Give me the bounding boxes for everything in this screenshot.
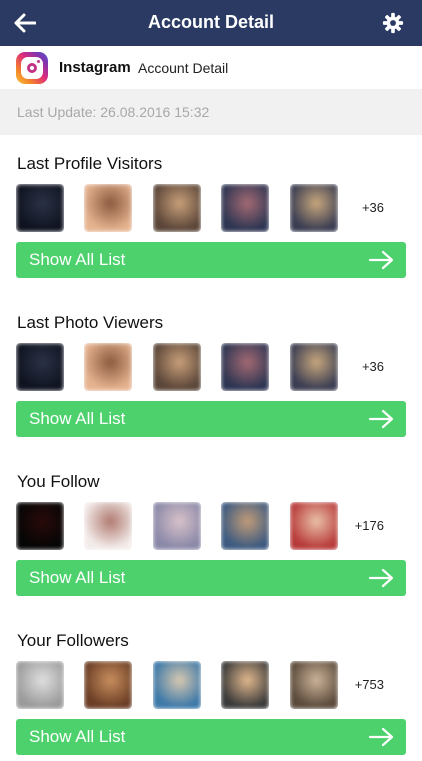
- page-title: Account Detail: [147, 12, 275, 32]
- instagram-logo-icon: [16, 52, 48, 84]
- user-avatar-thumbnail[interactable]: [221, 502, 269, 550]
- user-avatar-thumbnail[interactable]: [84, 184, 132, 232]
- user-avatar-thumbnail[interactable]: [16, 502, 64, 550]
- thumbnail-row: +753: [16, 661, 396, 709]
- user-avatar-thumbnail[interactable]: [290, 184, 338, 232]
- gear-icon[interactable]: [382, 12, 404, 34]
- more-count: +36: [361, 200, 384, 215]
- account-name: Instagram: [59, 59, 131, 76]
- show-all-list-label: Show All List: [29, 727, 126, 746]
- arrow-right-icon: [368, 250, 394, 270]
- show-all-list-label: Show All List: [29, 409, 126, 428]
- show-all-list-button[interactable]: Show All List: [16, 401, 406, 437]
- thumbnail-row: +176: [16, 502, 396, 550]
- user-avatar-thumbnail[interactable]: [290, 343, 338, 391]
- user-avatar-thumbnail[interactable]: [221, 661, 269, 709]
- show-all-list-button[interactable]: Show All List: [16, 242, 406, 278]
- section-title: Last Profile Visitors: [17, 154, 163, 173]
- section-title: Last Photo Viewers: [17, 313, 164, 332]
- user-avatar-thumbnail[interactable]: [221, 184, 269, 232]
- section-title: You Follow: [17, 472, 100, 491]
- user-avatar-thumbnail[interactable]: [16, 184, 64, 232]
- user-avatar-thumbnail[interactable]: [290, 661, 338, 709]
- arrow-right-icon: [368, 568, 394, 588]
- user-avatar-thumbnail[interactable]: [84, 502, 132, 550]
- user-avatar-thumbnail[interactable]: [153, 661, 201, 709]
- more-count: +176: [354, 518, 384, 533]
- section-your-followers: Your Followers +753 Show All List: [0, 631, 422, 761]
- user-avatar-thumbnail[interactable]: [153, 343, 201, 391]
- last-update-bar: Last Update: 26.08.2016 15:32: [0, 89, 422, 135]
- section-last-photo-viewers: Last Photo Viewers +36 Show All List: [0, 313, 422, 443]
- top-navigation-bar: Account Detail: [0, 0, 422, 46]
- user-avatar-thumbnail[interactable]: [16, 343, 64, 391]
- account-subtitle: Account Detail: [138, 60, 229, 76]
- thumbnail-row: +36: [16, 343, 396, 391]
- show-all-list-button[interactable]: Show All List: [16, 560, 406, 596]
- user-avatar-thumbnail[interactable]: [221, 343, 269, 391]
- section-title: Your Followers: [17, 631, 129, 650]
- section-last-profile-visitors: Last Profile Visitors +36 Show All List: [0, 154, 422, 284]
- arrow-right-icon: [368, 727, 394, 747]
- more-count: +753: [354, 677, 384, 692]
- show-all-list-label: Show All List: [29, 250, 126, 269]
- user-avatar-thumbnail[interactable]: [84, 343, 132, 391]
- user-avatar-thumbnail[interactable]: [16, 661, 64, 709]
- show-all-list-label: Show All List: [29, 568, 126, 587]
- user-avatar-thumbnail[interactable]: [290, 502, 338, 550]
- thumbnail-row: +36: [16, 184, 396, 232]
- user-avatar-thumbnail[interactable]: [84, 661, 132, 709]
- user-avatar-thumbnail[interactable]: [153, 502, 201, 550]
- arrow-right-icon: [368, 409, 394, 429]
- account-header: Instagram Account Detail: [0, 46, 422, 88]
- section-you-follow: You Follow +176 Show All List: [0, 472, 422, 602]
- more-count: +36: [361, 359, 384, 374]
- last-update-text: Last Update: 26.08.2016 15:32: [17, 104, 210, 120]
- user-avatar-thumbnail[interactable]: [153, 184, 201, 232]
